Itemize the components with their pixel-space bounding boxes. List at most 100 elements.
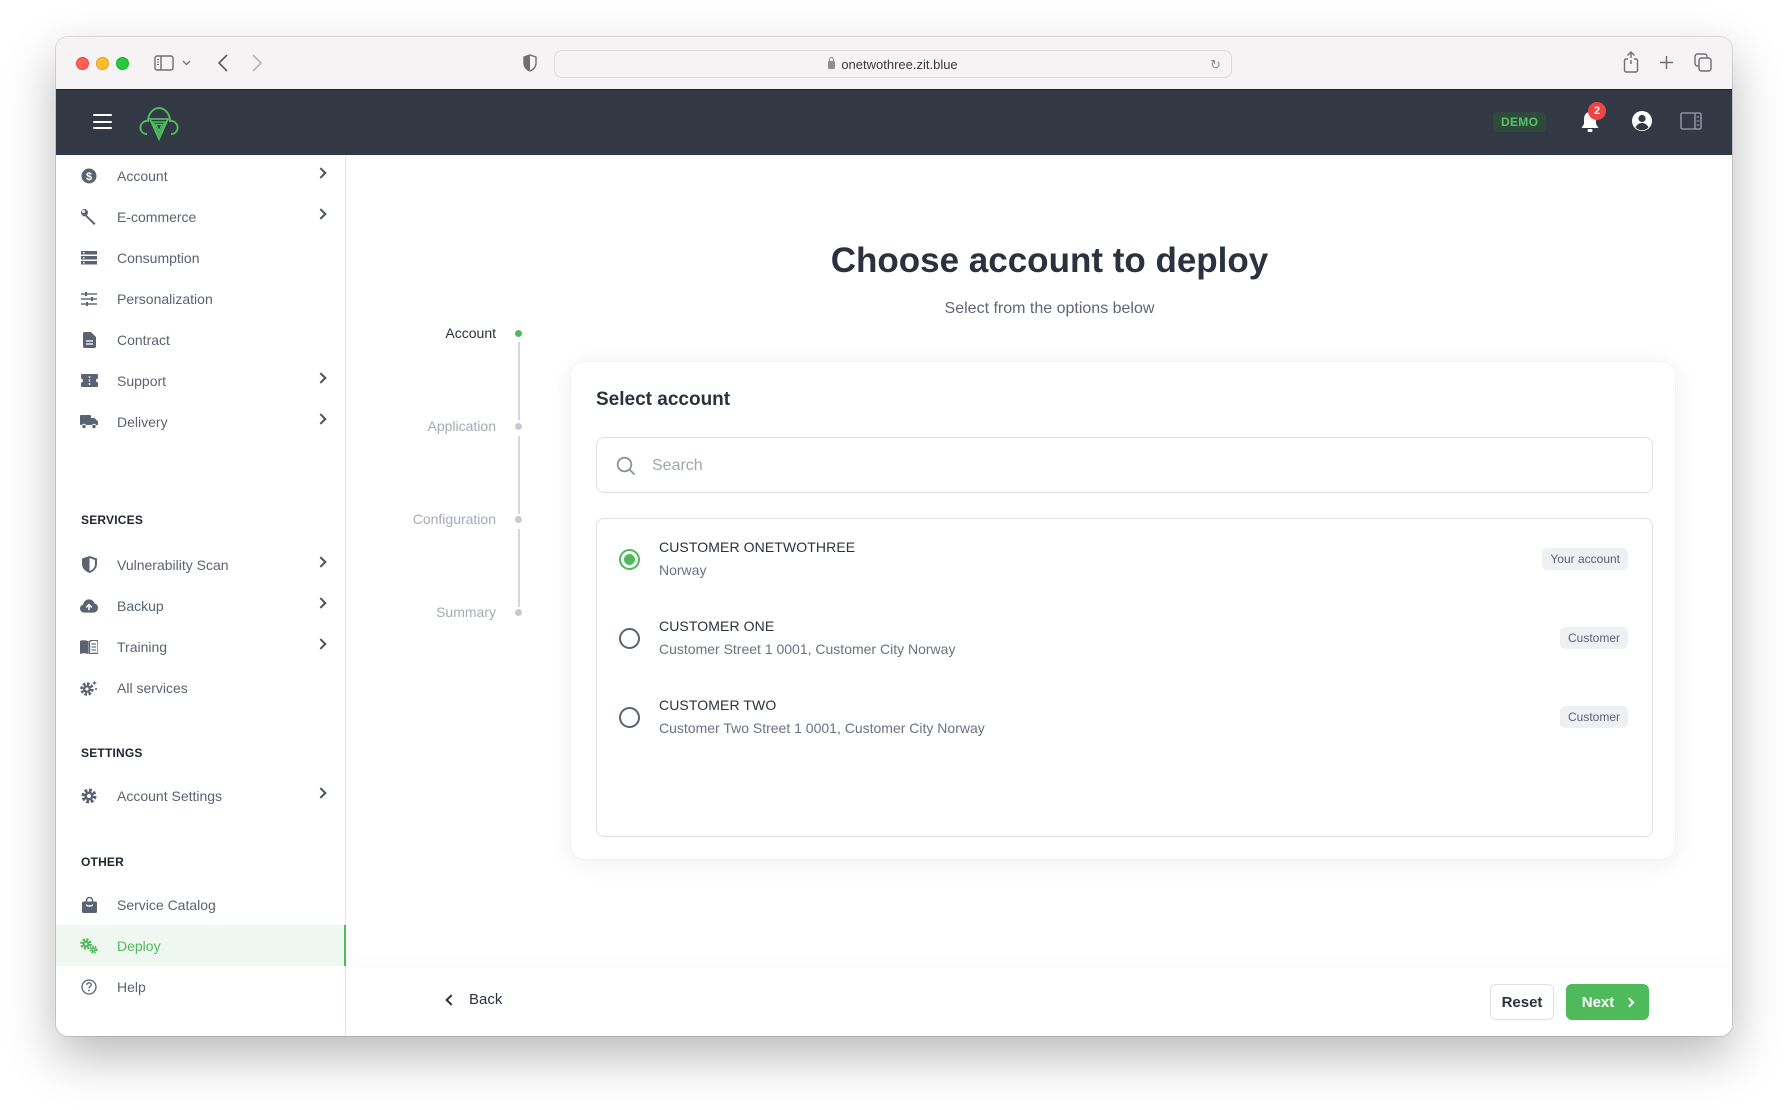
step-indicator (515, 515, 522, 523)
chevron-right-icon (315, 167, 327, 179)
sidebar-item-label: Consumption (117, 249, 200, 266)
sidebar-item-all-services[interactable]: All services (56, 667, 346, 708)
sidebar-item-service-catalog[interactable]: Service Catalog (56, 884, 346, 925)
sidebar-item-label: Deploy (117, 937, 161, 954)
account-option[interactable]: CUSTOMER ONETWOTHREE Norway Your account (597, 519, 1652, 589)
chevron-right-icon (315, 787, 327, 799)
notification-count-badge: 2 (1588, 102, 1606, 120)
sidebar-item-label: Training (117, 638, 168, 655)
step-account[interactable]: Account (445, 325, 522, 341)
account-type-badge: Your account (1542, 548, 1628, 570)
list-icon (80, 249, 98, 267)
step-label: Account (445, 325, 496, 341)
question-circle-icon (80, 978, 98, 996)
side-panel-toggle-icon[interactable] (1680, 112, 1702, 130)
stepper-connector (518, 529, 520, 607)
sidebar-item-personalization[interactable]: Personalization (56, 278, 346, 319)
account-type-badge: Customer (1559, 627, 1628, 649)
account-search[interactable] (596, 437, 1653, 493)
sliders-icon (80, 290, 98, 308)
step-indicator (515, 422, 522, 430)
account-name: CUSTOMER ONE (659, 618, 775, 634)
account-address: Customer Two Street 1 0001, Customer Cit… (659, 720, 985, 736)
main-content: Choose account to deploy Select from the… (347, 155, 1732, 1036)
next-button[interactable]: Next (1566, 984, 1649, 1020)
step-indicator (515, 329, 522, 337)
reset-button[interactable]: Reset (1490, 984, 1554, 1020)
step-summary[interactable]: Summary (436, 604, 522, 620)
settings-section-title: SETTINGS (81, 746, 143, 760)
sidebar-toggle-icon[interactable] (154, 54, 174, 72)
svg-text:$: $ (86, 171, 92, 183)
account-name: CUSTOMER ONETWOTHREE (659, 539, 856, 555)
forward-nav-icon[interactable] (250, 53, 264, 73)
shield-icon (80, 556, 98, 574)
close-window-button[interactable] (76, 57, 89, 70)
chevron-right-icon (315, 372, 327, 384)
share-icon[interactable] (1623, 50, 1639, 74)
search-icon (616, 456, 636, 476)
menu-icon[interactable] (93, 114, 112, 129)
back-button[interactable]: Back (445, 991, 503, 1008)
browser-window: onetwothree.zit.blue ↻ DEMO 2 $ Account … (56, 37, 1732, 1036)
chevron-down-icon[interactable] (181, 57, 191, 69)
sidebar-item-label: All services (117, 679, 188, 696)
sidebar-item-label: Service Catalog (117, 896, 216, 913)
step-label: Summary (436, 604, 496, 620)
user-account-icon[interactable] (1631, 110, 1653, 132)
privacy-shield-icon[interactable] (522, 53, 538, 73)
browser-toolbar: onetwothree.zit.blue ↻ (56, 37, 1732, 90)
sidebar-item-contract[interactable]: Contract (56, 319, 346, 360)
account-option[interactable]: CUSTOMER ONE Customer Street 1 0001, Cus… (597, 598, 1652, 668)
sidebar-item-label: Contract (117, 331, 170, 348)
new-tab-icon[interactable] (1658, 54, 1674, 70)
account-address: Norway (659, 562, 707, 578)
radio-unselected[interactable] (619, 707, 640, 728)
sidebar-item-account-settings[interactable]: Account Settings (56, 775, 346, 816)
chevron-right-icon (315, 413, 327, 425)
zoom-window-button[interactable] (116, 57, 129, 70)
wizard-footer: Back Reset Next (347, 968, 1732, 1036)
minimize-window-button[interactable] (96, 57, 109, 70)
next-label: Next (1581, 993, 1615, 1011)
services-section-title: SERVICES (81, 513, 144, 527)
wrench-icon (80, 208, 98, 226)
book-icon (80, 638, 98, 656)
chevron-right-icon (1624, 997, 1635, 1007)
back-label: Back (469, 991, 503, 1008)
radio-selected[interactable] (619, 549, 640, 570)
back-nav-icon[interactable] (216, 53, 230, 73)
step-configuration[interactable]: Configuration (413, 511, 522, 527)
sidebar-item-support[interactable]: Support (56, 360, 346, 401)
reload-icon[interactable]: ↻ (1210, 57, 1221, 73)
sidebar-item-consumption[interactable]: Consumption (56, 237, 346, 278)
address-bar[interactable]: onetwothree.zit.blue ↻ (554, 50, 1232, 78)
chevron-right-icon (315, 208, 327, 220)
radio-unselected[interactable] (619, 628, 640, 649)
sidebar-item-help[interactable]: Help (56, 966, 346, 1007)
sidebar-item-vulnerability-scan[interactable]: Vulnerability Scan (56, 544, 346, 585)
sidebar-item-label: Personalization (117, 290, 213, 307)
step-application[interactable]: Application (427, 418, 522, 434)
sidebar-item-label: Account Settings (117, 787, 223, 804)
sidebar-item-e-commerce[interactable]: E-commerce (56, 196, 346, 237)
ticket-icon (80, 372, 98, 390)
sidebar-item-delivery[interactable]: Delivery (56, 401, 346, 442)
tabs-overview-icon[interactable] (1694, 52, 1712, 72)
sidebar-item-deploy[interactable]: Deploy (56, 925, 346, 966)
account-name: CUSTOMER TWO (659, 697, 777, 713)
sidebar-item-backup[interactable]: Backup (56, 585, 346, 626)
account-list: CUSTOMER ONETWOTHREE Norway Your account… (596, 518, 1653, 837)
deploy-stepper: Account Application Configuration Summar… (387, 325, 522, 625)
search-input[interactable] (652, 452, 1632, 480)
sidebar-item-account[interactable]: $ Account (56, 155, 346, 196)
cog-sparkle-icon (80, 679, 98, 697)
card-title: Select account (596, 389, 731, 410)
other-section-title: OTHER (81, 855, 124, 869)
sidebar-item-label: Delivery (117, 413, 168, 430)
step-label: Application (427, 418, 497, 434)
account-option[interactable]: CUSTOMER TWO Customer Two Street 1 0001,… (597, 677, 1652, 747)
sidebar-item-label: Support (117, 372, 167, 389)
sidebar-item-training[interactable]: Training (56, 626, 346, 667)
demo-badge: DEMO (1493, 112, 1547, 132)
